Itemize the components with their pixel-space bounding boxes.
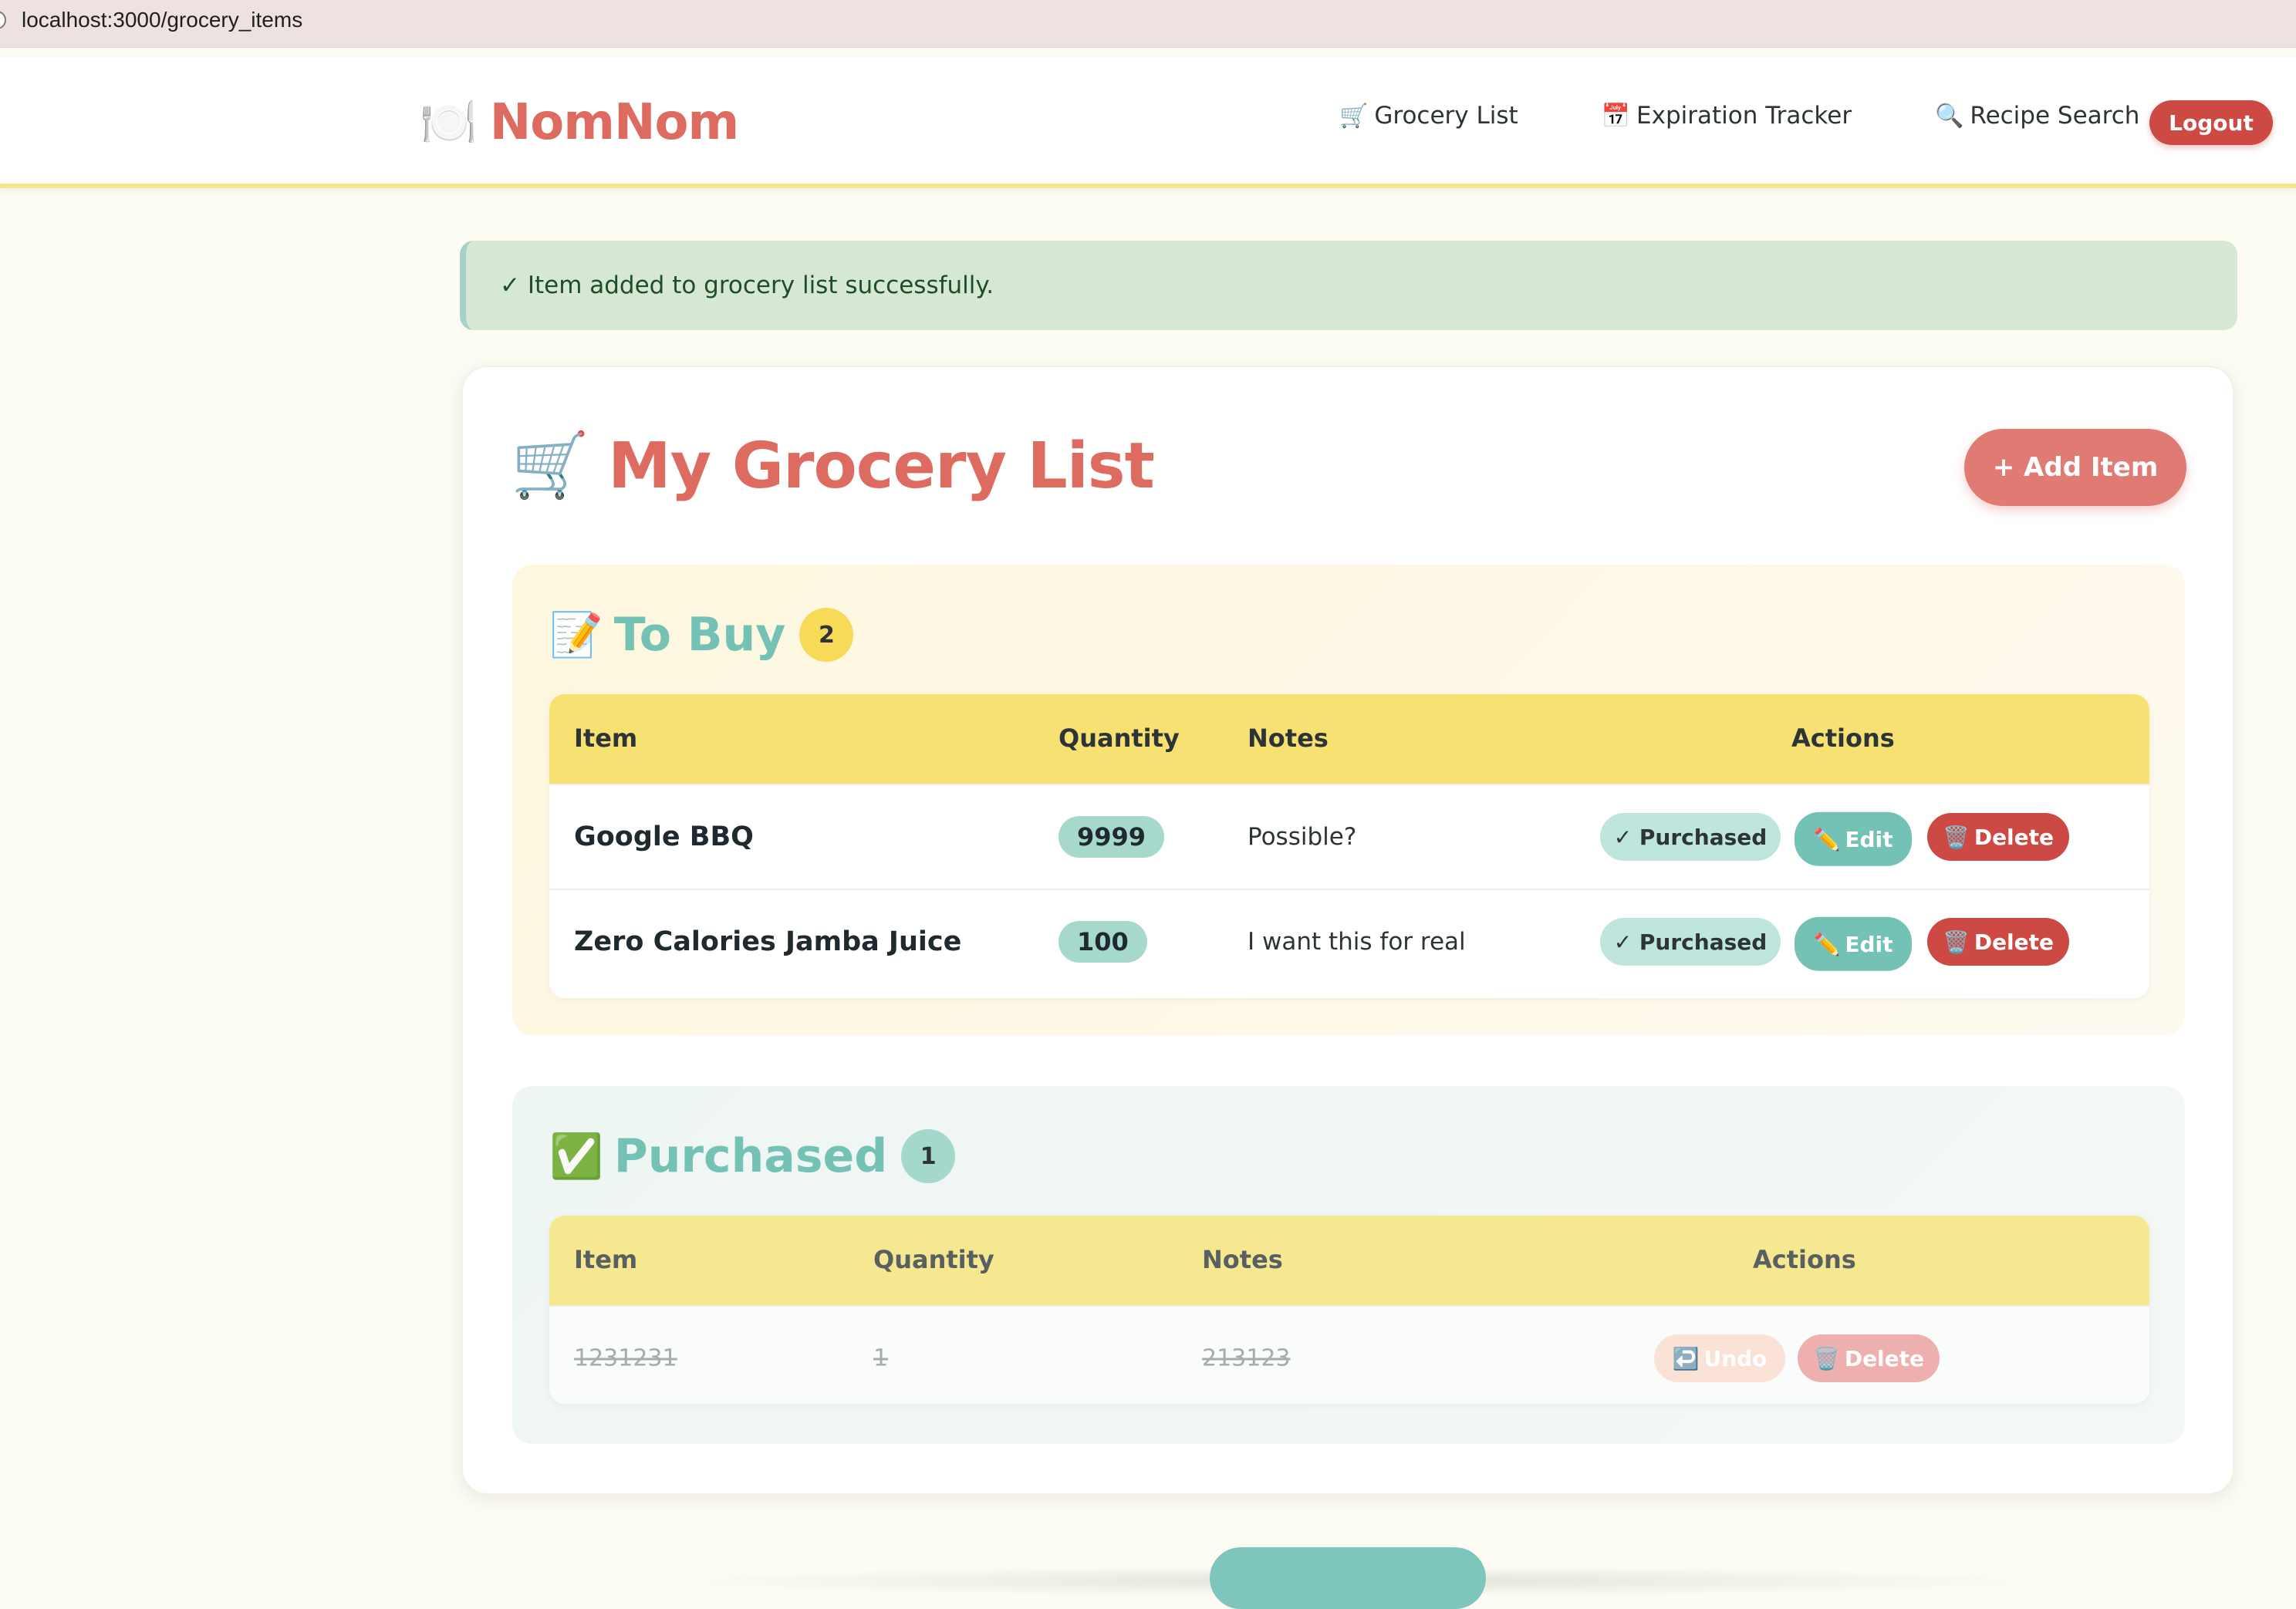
section-title: Purchased — [613, 1129, 888, 1183]
page-title-text: My Grocery List — [608, 429, 1155, 503]
calendar-icon: 📅 — [1601, 102, 1631, 130]
nav-link-recipe-search[interactable]: 🔍 Recipe Search — [1935, 102, 2139, 130]
item-notes: I want this for real — [1248, 928, 1466, 956]
delete-label: Delete — [1844, 1345, 1925, 1371]
cart-icon: 🛒 — [1339, 102, 1369, 130]
column-header-actions: Actions — [1791, 724, 1895, 753]
nav-link-expiration-tracker[interactable]: 📅 Expiration Tracker — [1602, 102, 1852, 130]
nav-links: 🛒 Grocery List 📅 Expiration Tracker 🔍 Re… — [1339, 102, 2223, 130]
item-name: Zero Calories Jamba Juice — [574, 926, 962, 957]
column-header-quantity: Quantity — [1059, 724, 1180, 753]
column-header-actions: Actions — [1753, 1245, 1856, 1274]
purchased-section: ✅ Purchased 1 Item Quantity Notes Action… — [512, 1086, 2185, 1444]
undo-icon: ↩️ — [1672, 1345, 1700, 1371]
cart-icon: 🛒 — [511, 429, 590, 502]
table-row: Zero Calories Jamba Juice 100 I want thi… — [549, 889, 2149, 993]
pencil-icon: ✏️ — [1813, 826, 1841, 852]
column-header-notes: Notes — [1202, 1245, 1283, 1274]
item-quantity: 1 — [873, 1344, 889, 1372]
bottom-action-button[interactable] — [1210, 1547, 1486, 1609]
memo-icon: 📝 — [549, 610, 603, 660]
trash-icon: 🗑️ — [1942, 929, 1970, 955]
delete-button[interactable]: 🗑️ Delete — [1798, 1334, 1940, 1382]
purchased-heading: ✅ Purchased 1 — [549, 1129, 956, 1183]
item-notes: 213123 — [1202, 1344, 1291, 1372]
edit-label: Edit — [1845, 931, 1893, 957]
column-header-item: Item — [574, 1245, 638, 1274]
pencil-icon: ✏️ — [1813, 931, 1841, 957]
to-buy-table: Item Quantity Notes Actions Google BBQ 9… — [549, 694, 2149, 998]
page-title: 🛒 My Grocery List — [511, 429, 1155, 503]
mark-purchased-button[interactable]: ✓ Purchased — [1600, 918, 1781, 966]
delete-button[interactable]: 🗑️ Delete — [1927, 813, 2069, 861]
trash-icon: 🗑️ — [1942, 824, 1970, 850]
check-mark-icon: ✅ — [549, 1132, 603, 1182]
site-info-icon[interactable] — [0, 11, 6, 29]
undo-button[interactable]: ↩️ Undo — [1654, 1334, 1785, 1382]
grocery-list-card: 🛒 My Grocery List + Add Item 📝 To Buy 2 … — [461, 366, 2234, 1495]
to-buy-heading: 📝 To Buy 2 — [549, 608, 854, 662]
edit-button[interactable]: ✏️ Edit — [1795, 916, 1912, 971]
search-icon: 🔍 — [1935, 102, 1964, 130]
delete-label: Delete — [1974, 929, 2055, 955]
navbar: 🍽️ NomNom 🛒 Grocery List 📅 Expiration Tr… — [0, 57, 2296, 188]
column-header-quantity: Quantity — [873, 1245, 994, 1274]
table-header: Item Quantity Notes Actions — [549, 1216, 2149, 1305]
item-notes: Possible? — [1248, 823, 1357, 851]
table-row: Google BBQ 9999 Possible? ✓ Purchased ✏️… — [549, 784, 2149, 889]
nav-link-label: Grocery List — [1374, 102, 1518, 130]
item-name: 1231231 — [574, 1344, 677, 1372]
section-title: To Buy — [613, 608, 786, 662]
to-buy-section: 📝 To Buy 2 Item Quantity Notes Actions G… — [512, 565, 2185, 1035]
count-badge: 2 — [799, 608, 854, 662]
undo-label: Undo — [1703, 1345, 1768, 1371]
nav-link-label: Recipe Search — [1970, 102, 2140, 130]
quantity-badge: 100 — [1059, 921, 1147, 963]
item-name: Google BBQ — [574, 821, 754, 852]
edit-button[interactable]: ✏️ Edit — [1795, 811, 1912, 866]
delete-button[interactable]: 🗑️ Delete — [1927, 918, 2069, 966]
url-text[interactable]: localhost:3000/grocery_items — [22, 8, 302, 32]
quantity-badge: 9999 — [1059, 816, 1165, 858]
count-badge: 1 — [901, 1129, 956, 1183]
column-header-notes: Notes — [1248, 724, 1329, 753]
delete-label: Delete — [1974, 824, 2055, 850]
plate-icon: 🍽️ — [420, 96, 478, 150]
column-header-item: Item — [574, 724, 638, 753]
trash-icon: 🗑️ — [1812, 1345, 1840, 1371]
brand-name: NomNom — [489, 94, 739, 151]
nav-link-grocery-list[interactable]: 🛒 Grocery List — [1339, 102, 1518, 130]
browser-address-bar[interactable]: localhost:3000/grocery_items — [0, 0, 2296, 48]
table-header: Item Quantity Notes Actions — [549, 694, 2149, 784]
purchased-table: Item Quantity Notes Actions 1231231 1 21… — [549, 1216, 2149, 1404]
logout-button[interactable]: Logout — [2149, 100, 2273, 145]
brand-logo[interactable]: 🍽️ NomNom — [420, 94, 739, 151]
flash-success-message: ✓ Item added to grocery list successfull… — [460, 241, 2237, 330]
table-row: 1231231 1 213123 ↩️ Undo 🗑️ Delete — [549, 1305, 2149, 1404]
nav-link-label: Expiration Tracker — [1636, 102, 1852, 130]
edit-label: Edit — [1845, 826, 1893, 852]
add-item-button[interactable]: + Add Item — [1964, 429, 2186, 506]
mark-purchased-button[interactable]: ✓ Purchased — [1600, 813, 1781, 861]
